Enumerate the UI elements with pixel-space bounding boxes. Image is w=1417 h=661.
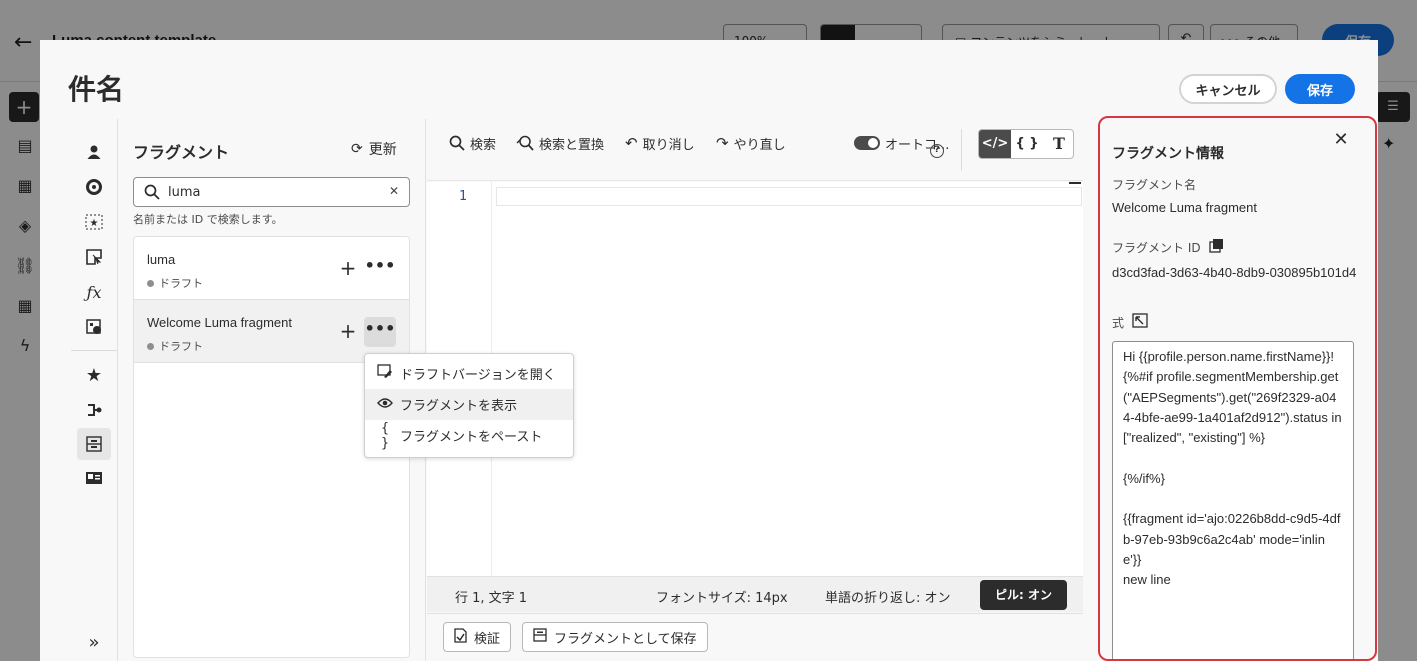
fragment-id-label: フラグメント ID bbox=[1112, 238, 1224, 256]
open-expression-icon[interactable] bbox=[1132, 313, 1148, 331]
validate-label: 検証 bbox=[474, 631, 501, 647]
menu-item-label: ドラフトバージョンを開く bbox=[400, 368, 556, 383]
fragment-icon bbox=[533, 628, 547, 646]
word-wrap-status: 単語の折り返し: オン bbox=[825, 591, 951, 606]
search-icon bbox=[144, 184, 160, 200]
validate-icon bbox=[454, 627, 467, 647]
undo-label: 取り消し bbox=[642, 137, 695, 153]
fragment-info-panel: フラグメント情報 ✕ フラグメント名 Welcome Luma fragment… bbox=[1098, 116, 1377, 661]
more-actions-button[interactable]: ••• bbox=[364, 254, 396, 284]
fragment-name-value: Welcome Luma fragment bbox=[1112, 200, 1257, 215]
profile-icon[interactable] bbox=[77, 136, 111, 168]
function-icon[interactable]: ƒx bbox=[77, 276, 111, 308]
menu-item-view-fragment[interactable]: フラグメントを表示 bbox=[365, 389, 573, 420]
editor-status-bar: 行 1, 文字 1 フォントサイズ: 14px 単語の折り返し: オン ピル: … bbox=[427, 576, 1083, 612]
help-icon[interactable]: ? bbox=[930, 144, 944, 158]
expand-rail-icon[interactable]: » bbox=[77, 626, 111, 658]
validate-button[interactable]: 検証 bbox=[443, 622, 512, 652]
menu-item-open-draft[interactable]: ドラフトバージョンを開く bbox=[365, 358, 573, 389]
search-label: 検索 bbox=[470, 137, 497, 153]
cursor-position: 行 1, 文字 1 bbox=[455, 591, 528, 606]
redo-icon: ↷ bbox=[716, 134, 729, 152]
undo-button[interactable]: ↶ 取り消し bbox=[625, 133, 695, 153]
undo-icon: ↶ bbox=[625, 134, 638, 152]
editor-mode-switcher: </> { } T bbox=[978, 129, 1074, 159]
fragment-name: luma bbox=[147, 252, 176, 267]
text-mode-icon[interactable]: T bbox=[1043, 130, 1073, 158]
braces-icon: { } bbox=[380, 420, 390, 451]
current-line-highlight bbox=[496, 187, 1082, 206]
redo-label: やり直し bbox=[733, 137, 786, 153]
favorites-icon[interactable]: ★ bbox=[77, 359, 111, 391]
fragment-panel-title: フラグメント bbox=[133, 143, 230, 162]
expression-preview[interactable]: Hi {{profile.person.name.firstName}}! {%… bbox=[1112, 341, 1354, 659]
redo-button[interactable]: ↷ やり直し bbox=[716, 133, 786, 153]
fragment-name-label: フラグメント名 bbox=[1112, 178, 1197, 192]
context-icon[interactable] bbox=[77, 241, 111, 273]
svg-text:★: ★ bbox=[90, 218, 99, 229]
toggle-switch bbox=[854, 136, 880, 150]
contact-card-icon[interactable] bbox=[77, 462, 111, 494]
status-badge: ドラフト bbox=[147, 275, 203, 291]
status-dot-icon bbox=[147, 279, 154, 287]
menu-item-label: フラグメントをペースト bbox=[400, 430, 543, 445]
add-fragment-icon[interactable]: + bbox=[336, 254, 360, 284]
edit-draft-icon bbox=[377, 364, 393, 383]
dialog-title: 件名 bbox=[68, 73, 125, 106]
fragment-id-label-text: フラグメント ID bbox=[1112, 240, 1201, 255]
flow-icon[interactable] bbox=[77, 394, 111, 426]
menu-item-paste-fragment[interactable]: { } フラグメントをペースト bbox=[365, 420, 573, 451]
refresh-button[interactable]: ⟳ 更新 bbox=[351, 139, 397, 159]
status-badge: ドラフト bbox=[147, 338, 203, 354]
json-mode-icon[interactable]: { } bbox=[1011, 130, 1043, 158]
search-help-text: 名前または ID で検索します。 bbox=[133, 213, 283, 226]
eye-icon bbox=[377, 397, 393, 413]
audience-icon[interactable] bbox=[77, 171, 111, 203]
search-button[interactable]: 検索 bbox=[449, 133, 496, 153]
fragment-row-luma[interactable]: luma ドラフト + ••• bbox=[134, 237, 409, 300]
editor-toolbar: 検索 検索と置換 ↶ 取り消し ↷ やり直し オートコ... ? </> {}… bbox=[427, 119, 1083, 181]
refresh-icon: ⟳ bbox=[351, 141, 363, 157]
fragment-name: Welcome Luma fragment bbox=[147, 315, 292, 330]
editor-footer: 検証 フラグメントとして保存 bbox=[427, 613, 1083, 661]
fragment-search-input[interactable] bbox=[168, 183, 378, 201]
cancel-button[interactable]: キャンセル bbox=[1179, 74, 1277, 104]
save-button[interactable]: 保存 bbox=[1285, 74, 1355, 104]
status-label: ドラフト bbox=[159, 340, 203, 353]
menu-item-label: フラグメントを表示 bbox=[400, 399, 518, 414]
rail-divider bbox=[71, 350, 118, 351]
more-actions-button[interactable]: ••• bbox=[364, 317, 396, 347]
refresh-label: 更新 bbox=[368, 142, 397, 158]
status-label: ドラフト bbox=[159, 277, 203, 290]
add-fragment-icon[interactable]: + bbox=[336, 317, 360, 347]
search-icon bbox=[449, 135, 465, 151]
save-as-fragment-label: フラグメントとして保存 bbox=[554, 631, 697, 647]
code-mode-icon[interactable]: </> bbox=[979, 130, 1011, 158]
fragment-icon[interactable] bbox=[77, 428, 111, 460]
helper-icon[interactable] bbox=[77, 311, 111, 343]
offer-icon[interactable]: ★ bbox=[77, 206, 111, 238]
scrollbar-marker[interactable] bbox=[1069, 182, 1081, 184]
copy-icon[interactable] bbox=[1208, 238, 1224, 256]
find-replace-label: 検索と置換 bbox=[539, 137, 605, 153]
line-number: 1 bbox=[459, 189, 467, 204]
status-dot-icon bbox=[147, 342, 154, 350]
clear-search-icon[interactable]: ✕ bbox=[389, 184, 399, 198]
find-replace-icon bbox=[516, 135, 534, 151]
toolbar-divider bbox=[961, 129, 962, 171]
expression-label: 式 bbox=[1112, 315, 1125, 330]
pill-toggle-button[interactable]: ピル: オン bbox=[980, 580, 1067, 610]
source-rail: ★ ƒx ★ » bbox=[71, 119, 118, 661]
info-panel-title: フラグメント情報 bbox=[1112, 146, 1224, 162]
font-size-status: フォントサイズ: 14px bbox=[656, 591, 788, 606]
fragment-id-value: d3cd3fad-3d63-4b40-8db9-030895b101d4 bbox=[1112, 265, 1357, 280]
fragment-context-menu: ドラフトバージョンを開く フラグメントを表示 { } フラグメントをペースト bbox=[364, 353, 574, 458]
find-replace-button[interactable]: 検索と置換 bbox=[516, 133, 604, 153]
close-icon[interactable]: ✕ bbox=[1330, 129, 1352, 150]
expression-label-row: 式 bbox=[1112, 313, 1148, 331]
fragment-search: ✕ bbox=[133, 177, 410, 207]
save-as-fragment-button[interactable]: フラグメントとして保存 bbox=[522, 622, 708, 652]
expression-editor-dialog: 件名 キャンセル 保存 ★ ƒx ★ » フラグメント ⟳ 更新 luma ✕ … bbox=[40, 40, 1378, 661]
